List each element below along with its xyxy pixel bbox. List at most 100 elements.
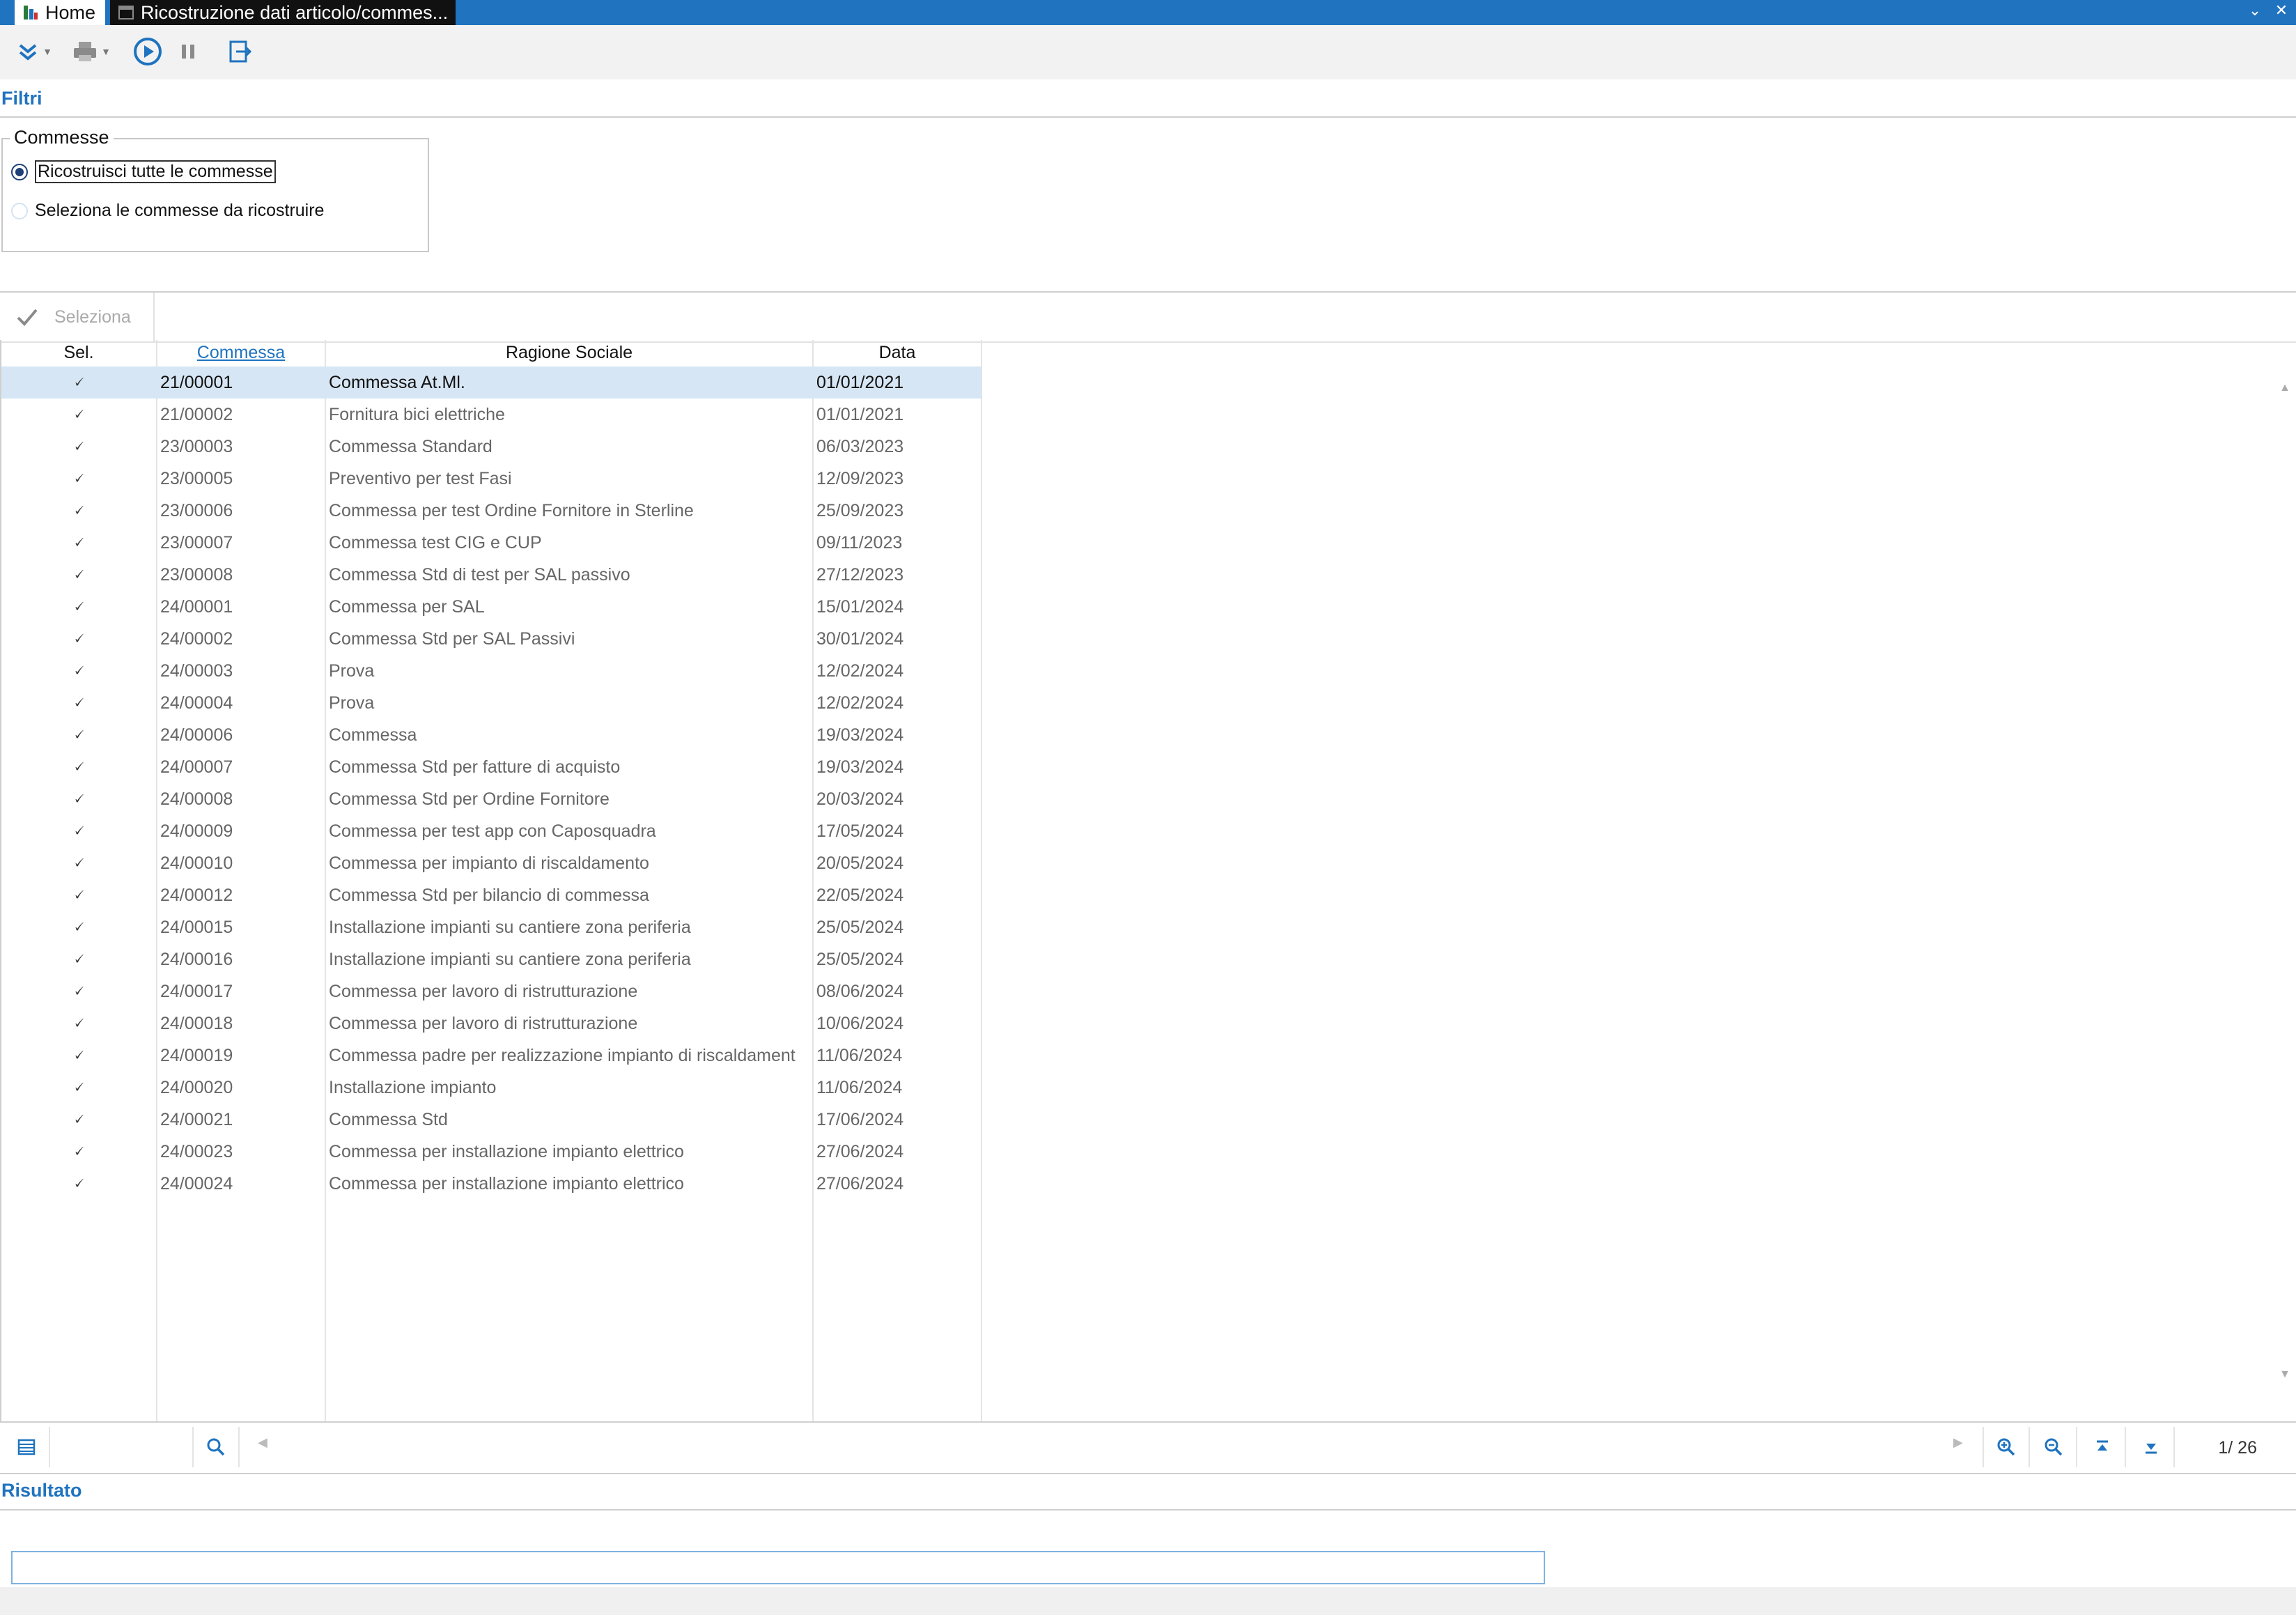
- scroll-up-icon[interactable]: ▲: [2279, 382, 2290, 394]
- row-checkmark[interactable]: 🗸: [1, 975, 156, 1007]
- go-first-button[interactable]: [2080, 1427, 2126, 1467]
- cell-commessa: 24/00009: [160, 821, 233, 841]
- table-row[interactable]: 🗸 24/00024 Commessa per installazione impi…: [1, 1168, 982, 1200]
- table-row[interactable]: 🗸 24/00019 Commessa padre per realizzazion…: [1, 1040, 982, 1072]
- row-checkmark[interactable]: 🗸: [1, 559, 156, 591]
- cell-data: 20/03/2024: [816, 789, 904, 809]
- table-row[interactable]: 🗸 24/00010 Commessa per impianto di riscal…: [1, 847, 982, 879]
- column-header-sel[interactable]: Sel.: [1, 340, 156, 365]
- row-checkmark[interactable]: 🗸: [1, 943, 156, 975]
- column-header-commessa[interactable]: Commessa: [157, 340, 325, 365]
- row-checkmark[interactable]: 🗸: [1, 815, 156, 847]
- printer-icon: [74, 42, 97, 61]
- commesse-group-title: Commesse: [10, 127, 114, 148]
- checkmark-icon: [17, 309, 38, 326]
- table-row[interactable]: 🗸 24/00001 Commessa per SAL 15/01/2024: [1, 591, 982, 623]
- table-row[interactable]: 🗸 23/00008 Commessa Std di test per SAL pa…: [1, 559, 982, 591]
- table-row[interactable]: 🗸 24/00023 Commessa per installazione impi…: [1, 1136, 982, 1168]
- row-checkmark[interactable]: 🗸: [1, 751, 156, 783]
- table-row[interactable]: 🗸 24/00015 Installazione impianti su canti…: [1, 911, 982, 943]
- row-checkmark[interactable]: 🗸: [1, 623, 156, 655]
- row-checkmark[interactable]: 🗸: [1, 1168, 156, 1200]
- row-checkmark[interactable]: 🗸: [1, 1136, 156, 1168]
- row-checkmark[interactable]: 🗸: [1, 431, 156, 463]
- radio-checked-icon[interactable]: [11, 163, 28, 180]
- cell-data: 01/01/2021: [816, 404, 904, 424]
- tab-ricostruzione[interactable]: Ricostruzione dati articolo/commes...: [110, 0, 456, 25]
- table-row[interactable]: 🗸 24/00017 Commessa per lavoro di ristrutt…: [1, 975, 982, 1007]
- row-checkmark[interactable]: 🗸: [1, 1072, 156, 1104]
- grid-toolbar: Seleziona: [0, 291, 2296, 343]
- table-row[interactable]: 🗸 21/00002 Fornitura bici elettriche 01/01/…: [1, 399, 982, 431]
- scroll-left-icon[interactable]: ◀: [258, 1435, 267, 1450]
- pause-button[interactable]: [170, 33, 206, 70]
- radio-all-commesse[interactable]: Ricostruisci tutte le commesse: [11, 160, 276, 183]
- grid-view-button[interactable]: [4, 1427, 50, 1467]
- radio-select-commesse[interactable]: Seleziona le commesse da ricostruire: [11, 201, 324, 221]
- select-button[interactable]: Seleziona: [0, 293, 155, 341]
- table-row[interactable]: 🗸 21/00001 Commessa At.Ml. 01/01/2021: [1, 366, 982, 399]
- expand-menu-button[interactable]: ▼: [10, 33, 59, 70]
- scroll-right-icon[interactable]: ▶: [1953, 1435, 1963, 1450]
- tab-home-label: Home: [45, 1, 96, 23]
- app-logo-icon: [24, 6, 38, 20]
- row-checkmark[interactable]: 🗸: [1, 655, 156, 687]
- tab-home[interactable]: Home: [15, 0, 105, 25]
- row-checkmark[interactable]: 🗸: [1, 495, 156, 527]
- table-row[interactable]: 🗸 24/00012 Commessa Std per bilancio di co…: [1, 879, 982, 911]
- row-checkmark[interactable]: 🗸: [1, 847, 156, 879]
- cell-ragione-sociale: Commessa test CIG e CUP: [329, 532, 542, 552]
- table-row[interactable]: 🗸 24/00004 Prova 12/02/2024: [1, 687, 982, 719]
- row-checkmark[interactable]: 🗸: [1, 527, 156, 559]
- print-button[interactable]: ▼: [67, 33, 116, 70]
- table-row[interactable]: 🗸 24/00002 Commessa Std per SAL Passivi 30/…: [1, 623, 982, 655]
- cell-ragione-sociale: Commessa per installazione impianto elet…: [329, 1141, 684, 1161]
- table-row[interactable]: 🗸 24/00008 Commessa Std per Ordine Fornito…: [1, 783, 982, 815]
- row-checkmark[interactable]: 🗸: [1, 687, 156, 719]
- close-icon[interactable]: ✕: [2272, 1, 2290, 20]
- cell-commessa: 24/00010: [160, 853, 233, 873]
- table-row[interactable]: 🗸 24/00020 Installazione impianto 11/06/202…: [1, 1072, 982, 1104]
- row-checkmark[interactable]: 🗸: [1, 879, 156, 911]
- table-row[interactable]: 🗸 23/00003 Commessa Standard 06/03/2023: [1, 431, 982, 463]
- exit-button[interactable]: [222, 33, 258, 70]
- zoom-in-button[interactable]: [1983, 1427, 2030, 1467]
- row-checkmark[interactable]: 🗸: [1, 1104, 156, 1136]
- zoom-out-button[interactable]: [2031, 1427, 2077, 1467]
- table-row[interactable]: 🗸 24/00006 Commessa 19/03/2024: [1, 719, 982, 751]
- cell-data: 06/03/2023: [816, 436, 904, 456]
- row-checkmark[interactable]: 🗸: [1, 783, 156, 815]
- row-checkmark[interactable]: 🗸: [1, 463, 156, 495]
- table-row[interactable]: 🗸 23/00005 Preventivo per test Fasi 12/09/2…: [1, 463, 982, 495]
- row-checkmark[interactable]: 🗸: [1, 399, 156, 431]
- run-button[interactable]: [130, 33, 166, 70]
- table-row[interactable]: 🗸 24/00016 Installazione impianti su canti…: [1, 943, 982, 975]
- cell-commessa: 24/00008: [160, 789, 233, 809]
- row-checkmark[interactable]: 🗸: [1, 591, 156, 623]
- go-last-button[interactable]: [2129, 1427, 2175, 1467]
- row-checkmark[interactable]: 🗸: [1, 1007, 156, 1040]
- grid-search-button[interactable]: [192, 1427, 240, 1467]
- row-checkmark[interactable]: 🗸: [1, 366, 156, 399]
- radio-unchecked-icon[interactable]: [11, 202, 28, 219]
- column-header-ragione-sociale[interactable]: Ragione Sociale: [326, 340, 812, 365]
- table-row[interactable]: 🗸 24/00018 Commessa per lavoro di ristrutt…: [1, 1007, 982, 1040]
- cell-ragione-sociale: Commessa: [329, 725, 417, 745]
- row-checkmark[interactable]: 🗸: [1, 1040, 156, 1072]
- commesse-groupbox: Commesse Ricostruisci tutte le commesse …: [1, 127, 429, 252]
- table-row[interactable]: 🗸 24/00009 Commessa per test app con Capos…: [1, 815, 982, 847]
- row-checkmark[interactable]: 🗸: [1, 911, 156, 943]
- table-row[interactable]: 🗸 23/00007 Commessa test CIG e CUP 09/11/20…: [1, 527, 982, 559]
- result-section-label: Risultato: [1, 1480, 82, 1501]
- table-row[interactable]: 🗸 24/00007 Commessa Std per fatture di acq…: [1, 751, 982, 783]
- page-counter: 1/ 26: [2218, 1438, 2257, 1458]
- row-checkmark[interactable]: 🗸: [1, 719, 156, 751]
- scroll-down-icon[interactable]: ▼: [2279, 1368, 2290, 1381]
- table-row[interactable]: 🗸 24/00003 Prova 12/02/2024: [1, 655, 982, 687]
- result-field[interactable]: [11, 1551, 1545, 1584]
- table-row[interactable]: 🗸 24/00021 Commessa Std 17/06/2024: [1, 1104, 982, 1136]
- table-row[interactable]: 🗸 23/00006 Commessa per test Ordine Fornit…: [1, 495, 982, 527]
- minimize-icon[interactable]: ⌄: [2246, 1, 2264, 20]
- cell-commessa: 24/00007: [160, 757, 233, 777]
- column-header-data[interactable]: Data: [814, 340, 981, 365]
